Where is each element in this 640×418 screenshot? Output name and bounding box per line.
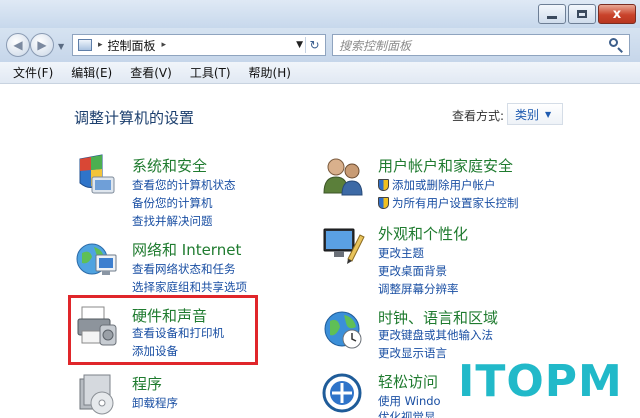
appearance-icon [323, 228, 365, 264]
link-view-network-status[interactable]: 查看网络状态和任务 [132, 261, 236, 277]
link-adjust-resolution[interactable]: 调整屏幕分辨率 [378, 281, 459, 297]
category-network-internet: 网络和 Internet 查看网络状态和任务 选择家庭组和共享选项 [74, 237, 314, 297]
title-bar: x [0, 0, 640, 28]
link-homegroup-sharing[interactable]: 选择家庭组和共享选项 [132, 279, 247, 295]
search-icon[interactable] [608, 37, 624, 53]
view-by-dropdown[interactable]: 类别 ▼ [507, 103, 563, 125]
navigation-bar: ◀ ▶ ▼ ▸ 控制面板 ▸ ▼ ↻ 搜索控制面板 [0, 28, 640, 62]
breadcrumb-arrow[interactable]: ▸ [162, 40, 167, 50]
back-button[interactable]: ◀ [6, 33, 30, 57]
view-by-value[interactable]: 类别 [515, 106, 539, 123]
category-title-clock-language-region[interactable]: 时钟、语言和区域 [378, 307, 498, 328]
chevron-down-icon: ▼ [545, 109, 552, 119]
link-optimize-visual-display[interactable]: 优化视觉显 [378, 409, 436, 418]
close-button[interactable]: x [598, 4, 636, 24]
network-globe-icon [76, 243, 117, 275]
menu-bar: 文件(F) 编辑(E) 查看(V) 工具(T) 帮助(H) [0, 62, 640, 84]
category-title-appearance[interactable]: 外观和个性化 [378, 223, 468, 244]
category-appearance: 外观和个性化 更改主题 更改桌面背景 调整屏幕分辨率 [320, 221, 620, 301]
category-title-system-security[interactable]: 系统和安全 [132, 155, 207, 176]
search-input[interactable]: 搜索控制面板 [339, 37, 608, 54]
menu-edit[interactable]: 编辑(E) [62, 64, 121, 81]
forward-arrow-icon: ▶ [37, 38, 47, 52]
close-icon: x [612, 6, 622, 22]
refresh-icon[interactable]: ↻ [305, 37, 323, 53]
control-panel-icon [78, 39, 92, 51]
globe-clock-icon [324, 311, 362, 349]
breadcrumb-separator[interactable]: ▸ [98, 40, 103, 50]
forward-button[interactable]: ▶ [30, 33, 54, 57]
minimize-button[interactable] [538, 4, 566, 24]
programs-icon [79, 374, 114, 415]
maximize-button[interactable] [568, 4, 596, 24]
address-bar[interactable]: ▸ 控制面板 ▸ ▼ ↻ [72, 34, 326, 56]
link-use-windows-suggestions[interactable]: 使用 Windo [378, 393, 441, 409]
link-uninstall-program[interactable]: 卸载程序 [132, 395, 178, 411]
link-backup-computer[interactable]: 备份您的计算机 [132, 195, 213, 211]
category-title-network-internet[interactable]: 网络和 Internet [132, 239, 241, 260]
category-title-programs[interactable]: 程序 [132, 373, 162, 394]
category-title-ease-of-access[interactable]: 轻松访问 [378, 371, 438, 392]
menu-help[interactable]: 帮助(H) [240, 64, 300, 81]
menu-tools[interactable]: 工具(T) [181, 64, 240, 81]
link-change-desktop-background[interactable]: 更改桌面背景 [378, 263, 447, 279]
address-dropdown-icon[interactable]: ▼ [296, 40, 303, 50]
link-troubleshoot[interactable]: 查找并解决问题 [132, 213, 213, 229]
ease-of-access-icon [322, 373, 362, 413]
users-icon [323, 158, 363, 196]
uac-shield-icon [378, 179, 389, 191]
recent-pages-dropdown-icon[interactable]: ▼ [58, 42, 64, 51]
menu-view[interactable]: 查看(V) [121, 64, 181, 81]
link-change-display-language[interactable]: 更改显示语言 [378, 345, 447, 361]
view-by-label: 查看方式: [452, 109, 505, 123]
highlight-box [68, 295, 258, 365]
watermark-logo: ITOPM [448, 350, 640, 418]
link-change-theme[interactable]: 更改主题 [378, 245, 424, 261]
menu-file[interactable]: 文件(F) [4, 64, 62, 81]
security-shield-icon [79, 154, 115, 194]
page-title: 调整计算机的设置 [74, 109, 195, 127]
link-parental-controls[interactable]: 为所有用户设置家长控制 [378, 195, 519, 211]
breadcrumb-control-panel[interactable]: 控制面板 [108, 37, 156, 54]
maximize-icon [577, 10, 587, 18]
search-box[interactable]: 搜索控制面板 [332, 34, 630, 56]
link-add-remove-user[interactable]: 添加或删除用户帐户 [378, 177, 496, 193]
link-change-keyboard[interactable]: 更改键盘或其他输入法 [378, 327, 493, 343]
link-view-computer-status[interactable]: 查看您的计算机状态 [132, 177, 236, 193]
category-programs: 程序 卸载程序 [74, 371, 274, 417]
back-arrow-icon: ◀ [13, 38, 23, 52]
watermark-text: ITOPM [458, 356, 623, 407]
category-system-security: 系统和安全 查看您的计算机状态 备份您的计算机 查找并解决问题 [74, 153, 314, 233]
category-user-accounts: 用户帐户和家庭安全 添加或删除用户帐户 为所有用户设置家长控制 [320, 153, 620, 213]
minimize-icon [547, 15, 557, 19]
category-ease-of-access: 轻松访问 使用 Windo 优化视觉显 [320, 369, 460, 418]
uac-shield-icon [378, 197, 389, 209]
category-title-user-accounts[interactable]: 用户帐户和家庭安全 [378, 155, 513, 176]
